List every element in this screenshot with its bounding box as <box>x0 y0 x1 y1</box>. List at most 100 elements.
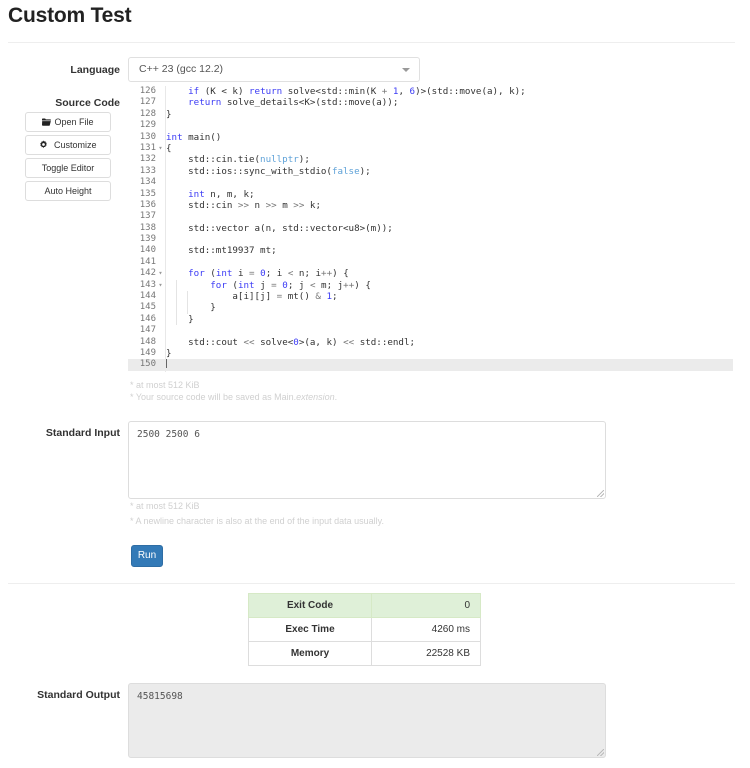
line-number: 150 <box>139 359 156 370</box>
toggle-editor-button[interactable]: Toggle Editor <box>25 158 111 178</box>
auto-height-label: Auto Height <box>44 186 92 196</box>
indent-guide <box>187 291 188 303</box>
source-code-label: Source Code <box>55 97 120 109</box>
code-text: int main() <box>166 131 222 143</box>
code-line[interactable]: 134 <box>128 177 733 188</box>
line-number: 147 <box>139 325 156 336</box>
code-text: { <box>166 142 172 154</box>
code-line[interactable]: 144 a[i][j] = mt() & 1; <box>128 291 733 303</box>
code-line[interactable]: 126 if (K < k) return solve<std::min(K +… <box>128 86 733 97</box>
code-line[interactable]: 140 std::mt19937 mt; <box>128 245 733 256</box>
line-number: 130 <box>139 131 156 142</box>
result-key: Memory <box>248 641 372 666</box>
auto-height-button[interactable]: Auto Height <box>25 181 111 201</box>
result-key: Exec Time <box>248 617 372 642</box>
language-select[interactable]: C++ 23 (gcc 12.2) <box>128 57 420 82</box>
code-line[interactable]: 142 ▾ for (int i = 0; i < n; i++) { <box>128 268 733 279</box>
code-line[interactable]: 147 <box>128 325 733 336</box>
run-button[interactable]: Run <box>131 545 163 567</box>
code-line[interactable]: 141 <box>128 257 733 268</box>
code-text: std::ios::sync_with_stdio(false); <box>166 165 371 177</box>
code-line[interactable]: 137 <box>128 211 733 222</box>
code-line[interactable]: 133 std::ios::sync_with_stdio(false); <box>128 166 733 177</box>
code-text: for (int i = 0; i < n; i++) { <box>188 268 349 280</box>
standard-output-textarea[interactable] <box>128 683 606 758</box>
line-number: 134 <box>139 177 156 188</box>
indent-guide <box>176 302 177 314</box>
result-value: 0 <box>371 593 481 618</box>
custom-test-page: Custom Test Language C++ 23 (gcc 12.2) S… <box>0 0 750 768</box>
folder-open-icon <box>42 114 52 132</box>
code-text: if (K < k) return solve<std::min(K + 1, … <box>188 86 526 97</box>
code-line[interactable]: 145 } <box>128 302 733 314</box>
code-line[interactable]: 127 return solve_details<K>(std::move(a)… <box>128 97 733 108</box>
code-text <box>166 359 167 370</box>
line-number: 132 <box>139 154 156 165</box>
open-file-label: Open File <box>54 117 94 127</box>
customize-button[interactable]: Customize <box>25 135 111 155</box>
line-number: 139 <box>139 234 156 245</box>
line-number: 141 <box>139 256 156 267</box>
code-line[interactable]: 148 std::cout << solve<0>(a, k) << std::… <box>128 337 733 348</box>
code-text: return solve_details<K>(std::move(a)); <box>188 97 399 109</box>
line-number: 137 <box>139 211 156 222</box>
code-line[interactable]: 150 <box>128 359 733 371</box>
code-line[interactable]: 146 } <box>128 313 733 326</box>
code-line[interactable]: 128} <box>128 109 733 120</box>
standard-output-label: Standard Output <box>37 689 120 701</box>
input-size-note: * at most 512 KiB <box>130 501 200 511</box>
code-line[interactable]: 149} <box>128 348 733 359</box>
indent-guide <box>176 313 177 326</box>
fold-toggle-icon[interactable]: ▾ <box>157 143 164 154</box>
code-line[interactable]: 135 int n, m, k; <box>128 189 733 200</box>
open-file-button[interactable]: Open File <box>25 112 111 132</box>
line-number: 148 <box>139 336 156 347</box>
code-line[interactable]: 139 <box>128 234 733 245</box>
code-line[interactable]: 129 <box>128 120 733 131</box>
line-number: 145 <box>139 302 156 313</box>
code-line[interactable]: 131 ▾{ <box>128 143 733 154</box>
code-text: std::cin >> n >> m >> k; <box>166 199 321 211</box>
fold-toggle-icon[interactable]: ▾ <box>157 280 164 291</box>
code-text: } <box>166 313 194 325</box>
fold-toggle-icon[interactable]: ▾ <box>157 268 164 279</box>
source-size-note: * at most 512 KiB <box>130 380 200 390</box>
code-text: a[i][j] = mt() & 1; <box>166 291 338 303</box>
code-line[interactable]: 130 int main() <box>128 132 733 143</box>
gear-icon <box>39 137 48 155</box>
indent-guide <box>176 291 177 303</box>
source-filename-note-italic: extension <box>296 392 335 402</box>
line-number: 144 <box>139 291 156 302</box>
results-divider <box>8 583 735 584</box>
source-filename-note-prefix: * Your source code will be saved as Main… <box>130 392 297 402</box>
code-text: } <box>166 302 216 314</box>
standard-input-textarea[interactable] <box>128 421 606 499</box>
source-code-editor[interactable]: 126 if (K < k) return solve<std::min(K +… <box>128 86 733 372</box>
code-line[interactable]: 138 std::vector a(n, std::vector<u8>(m))… <box>128 223 733 234</box>
line-number: 128 <box>139 108 156 119</box>
code-text: } <box>166 347 172 359</box>
language-select-value: C++ 23 (gcc 12.2) <box>139 63 224 75</box>
line-number: 138 <box>139 222 156 233</box>
results-table: Exit Code 0 Exec Time 4260 ms Memory 22528 KB <box>248 593 481 666</box>
header-divider <box>8 42 735 43</box>
line-number: 143 <box>139 279 156 290</box>
code-text: std::cout << solve<0>(a, k) << std::endl… <box>166 336 416 348</box>
result-value: 22528 KB <box>371 641 481 666</box>
table-row: Exec Time 4260 ms <box>248 617 481 642</box>
code-line[interactable]: 136 std::cin >> n >> m >> k; <box>128 200 733 211</box>
line-number: 126 <box>139 86 156 96</box>
language-label: Language <box>70 64 120 76</box>
line-number: 127 <box>139 97 156 108</box>
line-number: 140 <box>139 245 156 256</box>
code-text: int n, m, k; <box>188 188 255 200</box>
code-line[interactable]: 132 std::cin.tie(nullptr); <box>128 154 733 165</box>
source-filename-note: * Your source code will be saved as Main… <box>130 392 337 402</box>
line-number: 135 <box>139 188 156 199</box>
code-line[interactable]: 143 ▾ for (int j = 0; j < m; j++) { <box>128 279 733 292</box>
line-number: 133 <box>139 165 156 176</box>
code-text: for (int j = 0; j < m; j++) { <box>210 279 371 291</box>
code-text: std::vector a(n, std::vector<u8>(m)); <box>166 222 393 234</box>
indent-guide <box>176 279 177 292</box>
customize-label: Customize <box>54 140 97 150</box>
